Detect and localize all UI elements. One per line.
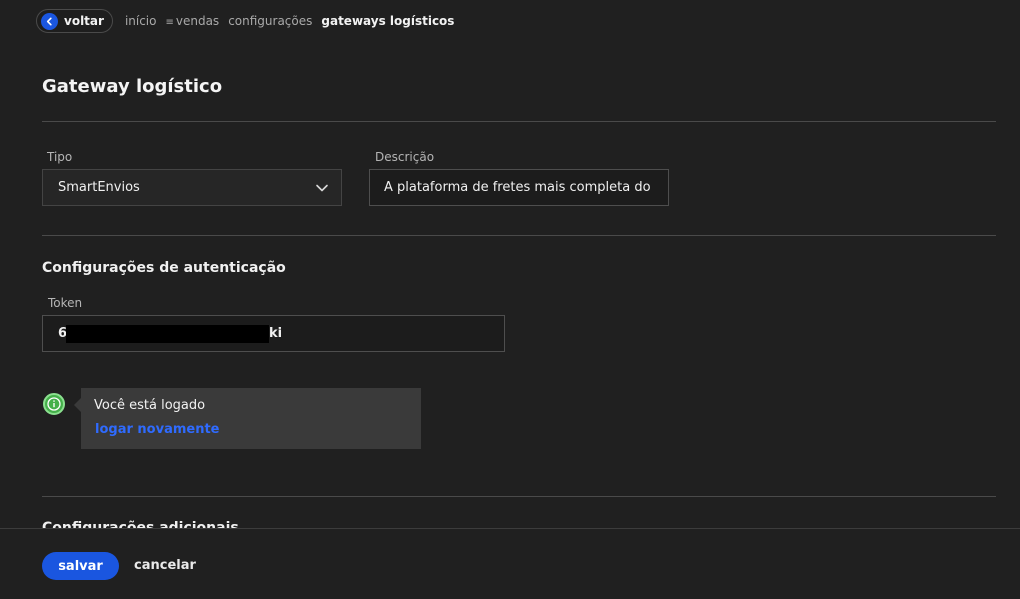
- login-status-text: Você está logado: [94, 398, 206, 413]
- gateway-settings-page: voltar início ≡ vendas configurações gate…: [0, 0, 1020, 599]
- breadcrumb-item-configuracoes[interactable]: configurações: [228, 14, 312, 28]
- type-select-value: SmartEnvios: [58, 180, 140, 195]
- breadcrumb-item-inicio[interactable]: início: [125, 14, 157, 28]
- divider: [42, 121, 996, 122]
- type-select[interactable]: SmartEnvios: [42, 169, 342, 206]
- save-button[interactable]: salvar: [42, 552, 119, 580]
- breadcrumb-item-vendas-label: vendas: [175, 14, 220, 28]
- token-label: Token: [48, 296, 83, 310]
- back-button[interactable]: voltar: [36, 9, 113, 33]
- type-label: Tipo: [47, 150, 73, 164]
- divider: [42, 235, 996, 236]
- divider: [42, 496, 996, 497]
- info-icon: [43, 393, 65, 415]
- token-visible-end: ki: [269, 326, 283, 341]
- chevron-down-icon: [315, 180, 329, 199]
- menu-lines-icon: ≡: [165, 17, 174, 28]
- token-redaction: [66, 325, 269, 343]
- description-label: Descrição: [375, 150, 435, 164]
- page-title: Gateway logístico: [42, 76, 223, 97]
- breadcrumb: voltar início ≡ vendas configurações gate…: [36, 9, 463, 33]
- auth-section-title: Configurações de autenticação: [42, 260, 286, 276]
- breadcrumb-item-current: gateways logísticos: [321, 14, 455, 28]
- back-button-label: voltar: [64, 14, 104, 28]
- token-input[interactable]: 6 ki: [42, 315, 505, 352]
- chevron-left-icon: [41, 12, 58, 30]
- callout-arrow: [74, 398, 81, 412]
- relogin-link[interactable]: logar novamente: [95, 422, 219, 437]
- breadcrumb-item-vendas[interactable]: ≡ vendas: [165, 14, 219, 28]
- description-input[interactable]: [369, 169, 669, 206]
- login-status-panel: Você está logado logar novamente: [74, 388, 421, 449]
- footer-actions: salvar cancelar: [0, 528, 1020, 599]
- cancel-button[interactable]: cancelar: [134, 558, 196, 573]
